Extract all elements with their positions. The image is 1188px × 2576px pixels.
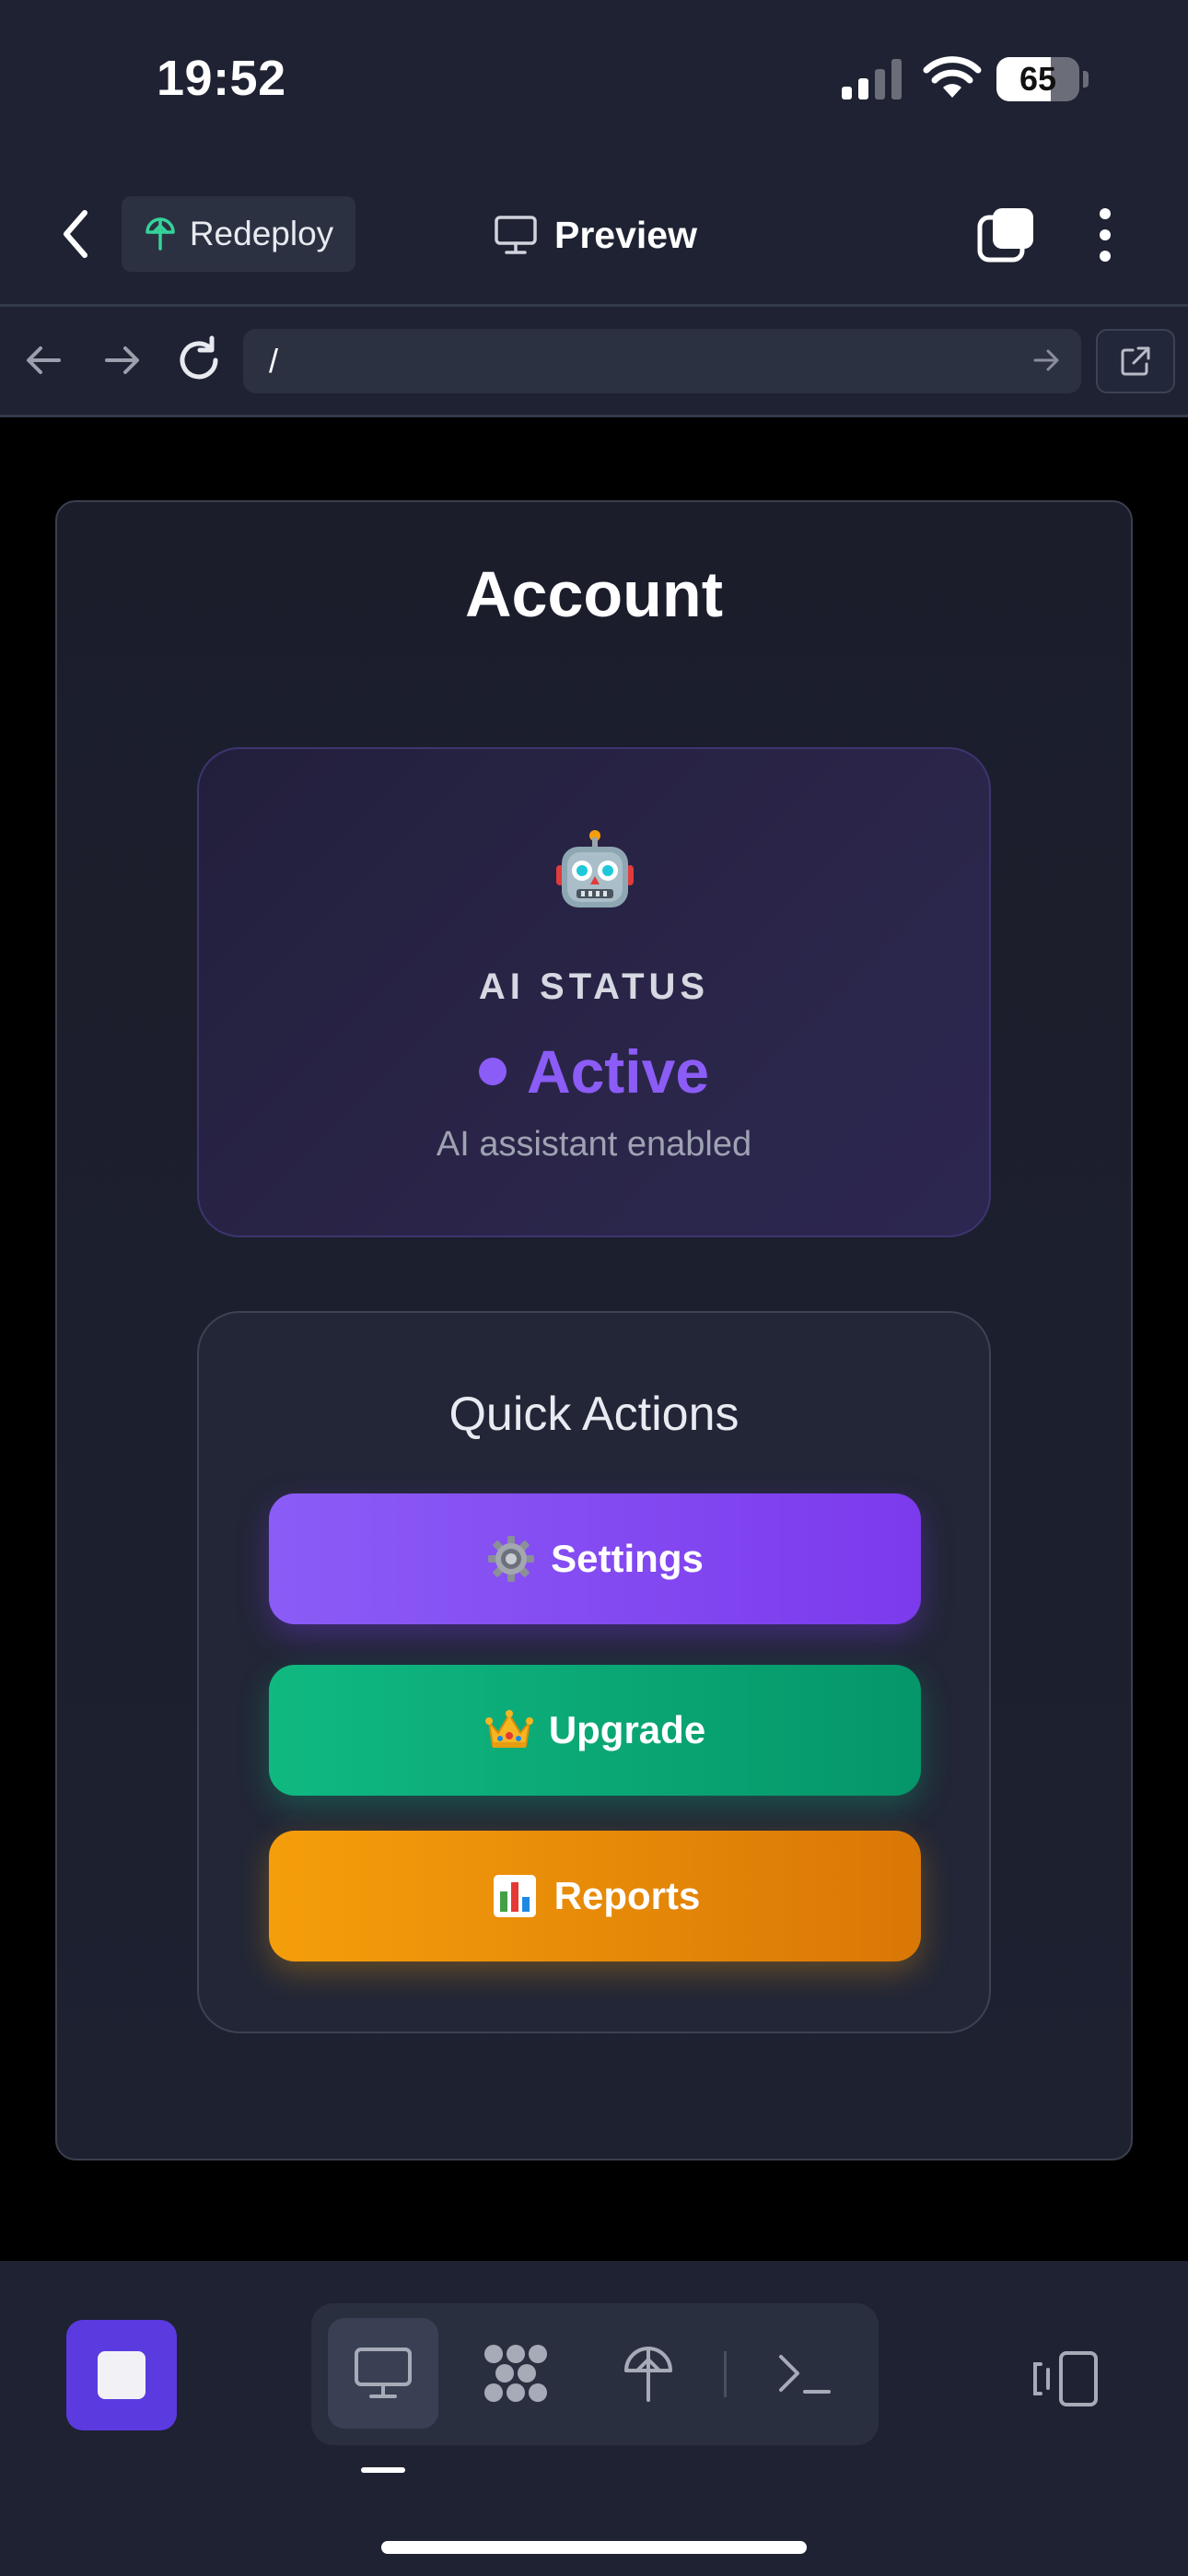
toolbar-separator (724, 2351, 727, 2397)
more-vertical-icon[interactable] (1089, 205, 1122, 265)
reload-icon[interactable] (173, 334, 225, 386)
preview-title: Preview (494, 205, 697, 265)
tabs-icon[interactable] (976, 205, 1037, 265)
arrow-left-icon[interactable] (18, 334, 70, 386)
monitor-icon (495, 216, 537, 254)
url-input[interactable] (243, 329, 1081, 393)
quick-actions-title: Quick Actions (448, 1388, 740, 1441)
robot-icon (556, 830, 634, 907)
deploy-icon (624, 2347, 672, 2402)
battery-indicator: 65 (996, 57, 1079, 101)
ai-status-description: AI assistant enabled (436, 1125, 752, 1164)
status-time: 19:52 (157, 51, 286, 106)
terminal-view-button[interactable] (750, 2318, 860, 2429)
desktop-view-button[interactable] (328, 2318, 438, 2429)
settings-label: Settings (551, 1537, 704, 1580)
battery-percent: 65 (1019, 60, 1057, 98)
deploy-umbrella-icon (146, 217, 175, 251)
upgrade-label: Upgrade (548, 1708, 706, 1751)
deploy-view-button[interactable] (593, 2318, 704, 2429)
desktop-icon (355, 2348, 412, 2398)
url-bar (0, 307, 1188, 415)
split-layout-icon[interactable] (1030, 2342, 1103, 2416)
stop-icon (98, 2351, 146, 2399)
reports-button[interactable]: Reports (269, 1831, 921, 1961)
settings-button[interactable]: Settings (269, 1493, 921, 1624)
terminal-icon (779, 2355, 831, 2394)
redeploy-label: Redeploy (189, 215, 334, 252)
urlbar-divider (0, 415, 1188, 417)
back-chevron-icon[interactable] (55, 207, 96, 261)
ai-status-value: Active (526, 1037, 710, 1106)
gear-icon (488, 1536, 535, 1582)
preview-title-text: Preview (554, 213, 697, 256)
go-arrow-icon[interactable] (1030, 344, 1063, 377)
arrow-right-icon[interactable] (96, 334, 147, 386)
page-title: Account (465, 558, 723, 630)
account-page: Account AI STATUS Active AI assistant en… (55, 500, 1133, 2160)
crown-icon (484, 1710, 533, 1748)
cellular-signal-icon (842, 59, 902, 100)
external-link-icon (1121, 346, 1150, 376)
bar-chart-icon (493, 1875, 536, 1917)
status-dot (478, 1058, 507, 1085)
open-external-button[interactable] (1096, 329, 1175, 393)
battery-tip (1083, 71, 1089, 88)
quick-actions-card: Quick Actions Settings Upgrade Reports (197, 1311, 991, 2033)
bottom-toolbar (0, 2261, 1188, 2576)
nodes-view-button[interactable] (460, 2318, 571, 2429)
upgrade-button[interactable]: Upgrade (269, 1665, 921, 1796)
active-tab-indicator (361, 2467, 405, 2473)
stop-button[interactable] (66, 2320, 177, 2430)
nodes-icon (484, 2345, 547, 2402)
ai-status-label: AI STATUS (478, 966, 710, 1007)
ai-status-row: Active (199, 1036, 989, 1107)
home-indicator (381, 2541, 807, 2554)
redeploy-button[interactable]: Redeploy (122, 196, 355, 272)
ai-status-card: AI STATUS Active AI assistant enabled (197, 747, 991, 1237)
top-bar: 19:52 65 Redeploy Preview (0, 0, 1188, 304)
view-switcher (311, 2303, 879, 2445)
wifi-icon (923, 56, 982, 98)
reports-label: Reports (553, 1874, 701, 1917)
